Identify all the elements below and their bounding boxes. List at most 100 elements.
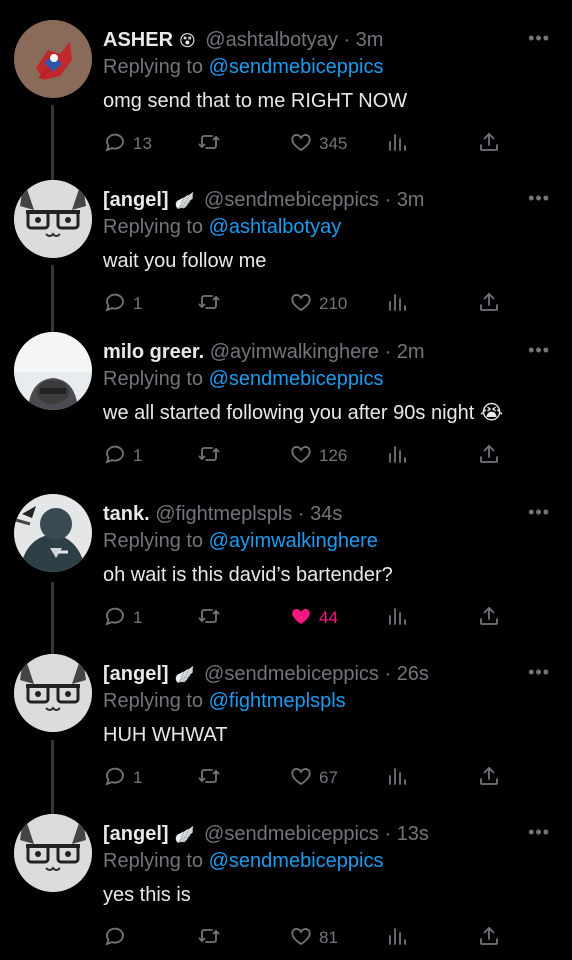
more-options-icon[interactable]: •••	[528, 822, 550, 843]
username[interactable]: @sendmebiceppics	[204, 663, 379, 685]
username[interactable]: @sendmebiceppics	[204, 189, 379, 211]
timestamp[interactable]: 34s	[310, 503, 342, 525]
share-button[interactable]	[477, 765, 501, 791]
retweet-button[interactable]	[197, 605, 227, 631]
reply-button[interactable]: 1	[103, 605, 142, 631]
retweet-button[interactable]	[197, 925, 227, 951]
retweet-button[interactable]	[197, 131, 227, 157]
display-name[interactable]: tank.	[103, 503, 150, 525]
reply-icon	[103, 290, 127, 319]
display-name[interactable]: ASHER	[103, 29, 173, 51]
reply-count: 1	[133, 608, 143, 627]
reply-button[interactable]: 1	[103, 765, 142, 791]
views-button[interactable]	[385, 765, 409, 791]
display-name[interactable]: [angel]	[103, 823, 169, 845]
separator-dot: ·	[297, 503, 305, 525]
retweet-button[interactable]	[197, 443, 227, 469]
retweet-icon	[197, 130, 221, 159]
like-count: 67	[319, 768, 338, 787]
more-options-icon[interactable]: •••	[528, 188, 550, 209]
like-count: 210	[319, 294, 348, 313]
avatar[interactable]	[14, 654, 92, 732]
more-options-icon[interactable]: •••	[528, 28, 550, 49]
like-button[interactable]: 44	[289, 605, 338, 631]
tweet-actions: 13 345	[103, 131, 503, 157]
separator-dot: ·	[384, 663, 392, 685]
share-icon	[477, 130, 501, 159]
tweet-actions: 1 44	[103, 605, 503, 631]
username[interactable]: @ayimwalkinghere	[210, 341, 379, 363]
replying-to: Replying to @ayimwalkinghere	[103, 529, 378, 553]
avatar[interactable]	[14, 20, 92, 98]
replying-to-handle[interactable]: @ashtalbotyay	[209, 216, 342, 238]
like-button[interactable]: 210	[289, 291, 347, 317]
like-button[interactable]: 67	[289, 765, 338, 791]
views-button[interactable]	[385, 131, 409, 157]
thread-connector-line	[51, 582, 54, 655]
thread-connector-line	[51, 105, 54, 180]
share-button[interactable]	[477, 605, 501, 631]
tweet-actions: 1 67	[103, 765, 503, 791]
retweet-icon	[197, 442, 221, 471]
heart-icon	[289, 442, 313, 471]
heart-icon	[289, 130, 313, 159]
username[interactable]: @ashtalbotyay	[205, 29, 338, 51]
reply-button[interactable]	[103, 925, 133, 951]
reply-button[interactable]: 13	[103, 131, 152, 157]
like-count: 81	[319, 928, 338, 947]
share-button[interactable]	[477, 443, 501, 469]
timestamp[interactable]: 2m	[397, 341, 425, 363]
username[interactable]: @fightmeplspls	[155, 503, 292, 525]
avatar[interactable]	[14, 180, 92, 258]
replying-to: Replying to @sendmebiceppics	[103, 849, 383, 873]
like-button[interactable]: 81	[289, 925, 338, 951]
replying-to-handle[interactable]: @ayimwalkinghere	[209, 530, 378, 552]
views-button[interactable]	[385, 443, 409, 469]
timestamp[interactable]: 13s	[397, 823, 429, 845]
share-button[interactable]	[477, 925, 501, 951]
replying-to-handle[interactable]: @sendmebiceppics	[209, 368, 384, 390]
more-options-icon[interactable]: •••	[528, 502, 550, 523]
avatar[interactable]	[14, 494, 92, 572]
name-badge-emoji: 😵	[179, 33, 196, 50]
replying-to: Replying to @sendmebiceppics	[103, 367, 383, 391]
username[interactable]: @sendmebiceppics	[204, 823, 379, 845]
separator-dot: ·	[384, 341, 392, 363]
replying-to-handle[interactable]: @sendmebiceppics	[209, 850, 384, 872]
thread-connector-line	[51, 740, 54, 815]
timestamp[interactable]: 3m	[397, 189, 425, 211]
retweet-button[interactable]	[197, 291, 227, 317]
avatar[interactable]	[14, 814, 92, 892]
timestamp[interactable]: 3m	[356, 29, 384, 51]
avatar[interactable]	[14, 332, 92, 410]
like-button[interactable]: 126	[289, 443, 347, 469]
reply-button[interactable]: 1	[103, 291, 142, 317]
like-count: 345	[319, 134, 348, 153]
like-button[interactable]: 345	[289, 131, 347, 157]
views-button[interactable]	[385, 925, 409, 951]
heart-icon	[289, 290, 313, 319]
reply-count: 1	[133, 446, 143, 465]
tweet-text: yes this is	[103, 884, 191, 906]
share-button[interactable]	[477, 131, 501, 157]
retweet-icon	[197, 764, 221, 793]
views-button[interactable]	[385, 291, 409, 317]
replying-to-label: Replying to	[103, 850, 204, 872]
replying-to-label: Replying to	[103, 216, 204, 238]
timestamp[interactable]: 26s	[397, 663, 429, 685]
retweet-button[interactable]	[197, 765, 227, 791]
replying-to-handle[interactable]: @fightmeplspls	[209, 690, 346, 712]
more-options-icon[interactable]: •••	[528, 662, 550, 683]
reply-count: 1	[133, 294, 143, 313]
reply-button[interactable]: 1	[103, 443, 142, 469]
separator-dot: ·	[384, 189, 392, 211]
analytics-icon	[385, 764, 409, 793]
display-name[interactable]: milo greer.	[103, 341, 204, 363]
replying-to-handle[interactable]: @sendmebiceppics	[209, 56, 384, 78]
display-name[interactable]: [angel]	[103, 663, 169, 685]
share-button[interactable]	[477, 291, 501, 317]
views-button[interactable]	[385, 605, 409, 631]
display-name[interactable]: [angel]	[103, 189, 169, 211]
more-options-icon[interactable]: •••	[528, 340, 550, 361]
share-icon	[477, 604, 501, 633]
